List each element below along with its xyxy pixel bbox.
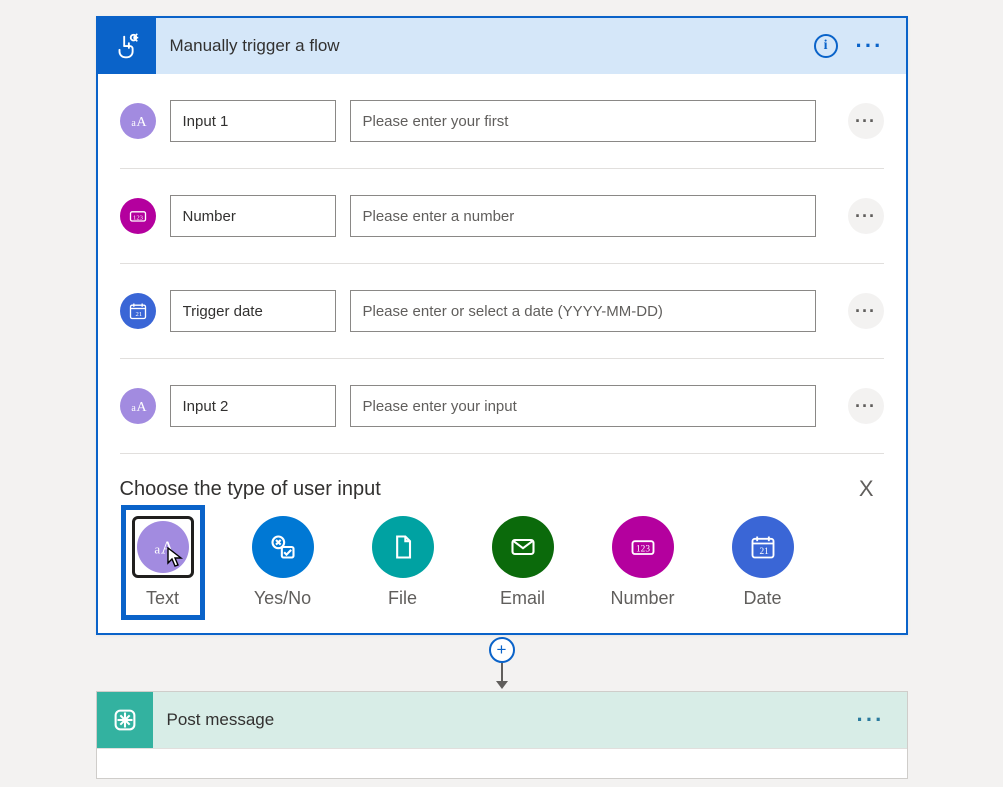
input-type-text[interactable]: aAText [124, 516, 202, 609]
date-icon: 21 [120, 293, 156, 329]
type-label: Number [610, 588, 674, 609]
input-row: 21 ··· [120, 264, 884, 359]
input-row-menu-button[interactable]: ··· [848, 388, 884, 424]
flow-connector: + [489, 633, 515, 689]
svg-text:21: 21 [759, 547, 769, 557]
text-icon: aA [120, 388, 156, 424]
trigger-header-actions: i ··· [814, 34, 906, 58]
trigger-card-body: aA···123···21···aA··· Choose the type of… [98, 74, 906, 633]
chooser-title: Choose the type of user input [120, 478, 381, 501]
type-label: Date [743, 588, 781, 609]
trigger-menu-button[interactable]: ··· [856, 41, 884, 51]
input-type-date[interactable]: 21 Date [724, 516, 802, 609]
cursor-icon [167, 547, 185, 567]
input-row: aA ··· [120, 74, 884, 169]
input-type-file[interactable]: File [364, 516, 442, 609]
arrow-down-icon [492, 663, 512, 689]
input-type-email[interactable]: Email [484, 516, 562, 609]
date-icon: 21 [732, 516, 794, 578]
input-placeholder-field[interactable] [350, 290, 816, 332]
type-label: File [388, 588, 417, 609]
input-placeholder-field[interactable] [350, 195, 816, 237]
type-label: Text [146, 588, 179, 609]
action-icon [97, 692, 153, 748]
type-label: Yes/No [254, 588, 311, 609]
trigger-card: Manually trigger a flow i ··· aA···123··… [96, 16, 908, 635]
action-header-actions: ··· [857, 715, 907, 725]
trigger-title: Manually trigger a flow [156, 36, 814, 56]
info-icon[interactable]: i [814, 34, 838, 58]
svg-text:a: a [154, 542, 160, 557]
input-placeholder-field[interactable] [350, 100, 816, 142]
svg-text:21: 21 [135, 311, 142, 318]
input-row-menu-button[interactable]: ··· [848, 293, 884, 329]
svg-text:A: A [136, 114, 147, 130]
email-icon [492, 516, 554, 578]
input-row: aA ··· [120, 359, 884, 454]
add-step-button[interactable]: + [489, 637, 515, 663]
input-name-field[interactable] [170, 385, 336, 427]
action-menu-button[interactable]: ··· [857, 715, 885, 725]
input-type-chooser: Choose the type of user input X aAText Ye… [120, 454, 884, 609]
action-title: Post message [153, 710, 857, 730]
number-icon: 123 [612, 516, 674, 578]
input-row-menu-button[interactable]: ··· [848, 198, 884, 234]
chooser-close-button[interactable]: X [859, 476, 884, 502]
file-icon [372, 516, 434, 578]
trigger-icon [98, 18, 156, 74]
input-name-field[interactable] [170, 290, 336, 332]
input-placeholder-field[interactable] [350, 385, 816, 427]
flow-canvas: Manually trigger a flow i ··· aA···123··… [0, 0, 1003, 779]
yesno-icon [252, 516, 314, 578]
text-icon: aA [120, 103, 156, 139]
input-name-field[interactable] [170, 100, 336, 142]
svg-text:A: A [136, 399, 147, 415]
input-name-field[interactable] [170, 195, 336, 237]
input-row: 123 ··· [120, 169, 884, 264]
svg-text:123: 123 [636, 545, 650, 555]
action-card: Post message ··· [96, 691, 908, 779]
type-label: Email [500, 588, 545, 609]
input-type-number[interactable]: 123 Number [604, 516, 682, 609]
svg-text:123: 123 [133, 214, 144, 221]
action-card-header[interactable]: Post message ··· [97, 692, 907, 748]
number-icon: 123 [120, 198, 156, 234]
trigger-card-header[interactable]: Manually trigger a flow i ··· [98, 18, 906, 74]
input-row-menu-button[interactable]: ··· [848, 103, 884, 139]
input-type-yesno[interactable]: Yes/No [244, 516, 322, 609]
